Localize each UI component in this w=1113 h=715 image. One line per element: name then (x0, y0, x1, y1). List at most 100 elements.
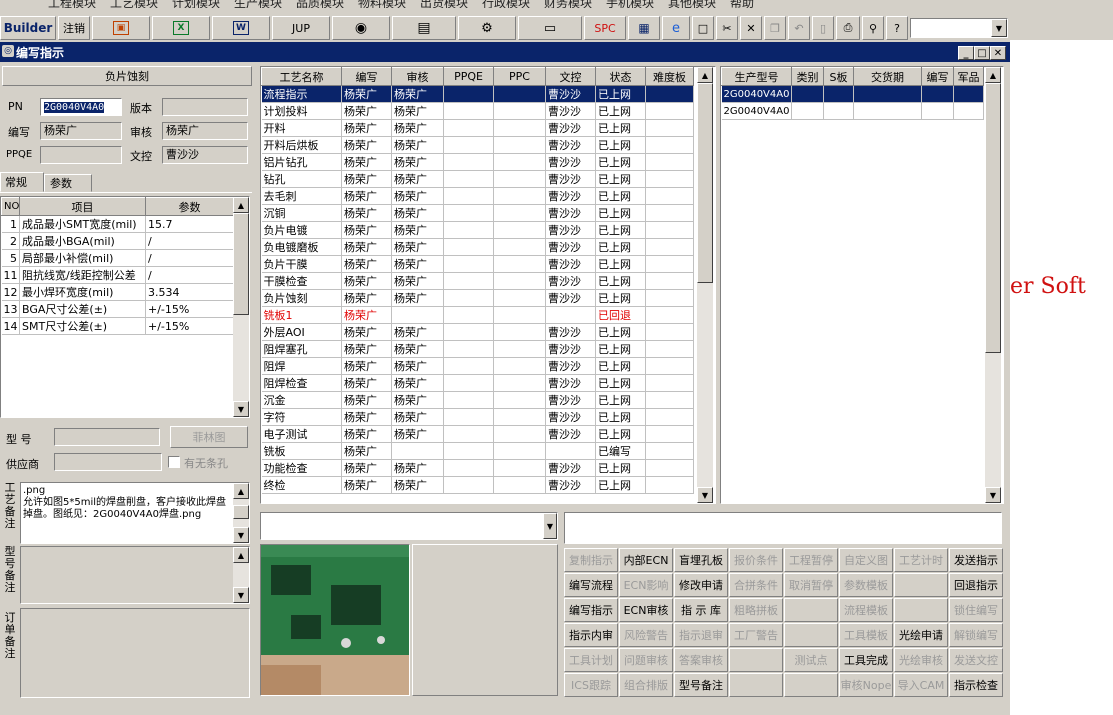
close-icon[interactable]: ✕ (990, 46, 1006, 60)
process-cell[interactable]: 杨荣广 (341, 408, 392, 426)
process-cell[interactable] (645, 323, 694, 341)
ie-button[interactable]: e (662, 16, 690, 40)
process-cell[interactable]: 已上网 (595, 391, 646, 409)
model-cell[interactable] (823, 85, 854, 103)
process-cell[interactable]: 字符 (261, 408, 342, 426)
process-cell[interactable] (493, 476, 546, 494)
param-cell[interactable]: 成品最小BGA(mil) (19, 232, 146, 250)
model-cell[interactable] (823, 102, 854, 120)
computer-button[interactable]: ▭ (518, 16, 582, 40)
process-cell[interactable] (645, 459, 694, 477)
process-cell[interactable]: 已上网 (595, 289, 646, 307)
scroll-down-icon[interactable]: ▼ (233, 587, 249, 603)
process-cell[interactable]: 已编写 (595, 442, 646, 460)
action-button[interactable]: 取消暂停 (784, 573, 838, 597)
action-button[interactable]: 盲埋孔板 (674, 548, 728, 572)
process-cell[interactable]: 曹沙沙 (545, 221, 596, 239)
menu-item[interactable]: 计划模块 (172, 0, 220, 8)
action-button[interactable]: 测试点 (784, 648, 838, 672)
process-cell[interactable] (645, 272, 694, 290)
process-cell[interactable]: 曹沙沙 (545, 255, 596, 273)
process-cell[interactable] (645, 238, 694, 256)
process-cell[interactable]: 杨荣广 (391, 272, 444, 290)
process-row[interactable]: 负电镀磨板 杨荣广 杨荣广 曹沙沙 已上网 (261, 238, 694, 256)
process-cell[interactable]: 杨荣广 (341, 153, 392, 171)
process-row[interactable]: 阻焊 杨荣广 杨荣广 曹沙沙 已上网 (261, 357, 694, 375)
spc-button[interactable]: SPC (584, 16, 626, 40)
process-cell[interactable]: 杨荣广 (391, 221, 444, 239)
model-header[interactable]: 交货期 (853, 67, 922, 86)
process-cell[interactable]: 钻孔 (261, 170, 342, 188)
process-cell[interactable]: 铣板 (261, 442, 342, 460)
process-cell[interactable]: 功能检查 (261, 459, 342, 477)
param-cell[interactable]: / (145, 266, 234, 284)
model-cell[interactable] (791, 102, 824, 120)
process-row[interactable]: 开料 杨荣广 杨荣广 曹沙沙 已上网 (261, 119, 694, 137)
process-cell[interactable]: 杨荣广 (341, 272, 392, 290)
process-cell[interactable]: 曹沙沙 (545, 204, 596, 222)
builder-button[interactable]: Builder (0, 16, 56, 40)
param-row[interactable]: 14 SMT尺寸公差(±) +/-15% (1, 317, 234, 335)
scroll-up-icon[interactable]: ▲ (233, 197, 249, 213)
menu-item[interactable]: 出货模块 (420, 0, 468, 8)
process-cell[interactable]: 杨荣广 (391, 459, 444, 477)
scroll-up-icon[interactable]: ▲ (697, 67, 713, 83)
process-cell[interactable] (493, 136, 546, 154)
process-cell[interactable] (443, 323, 494, 341)
param-header-item[interactable]: 项目 (19, 197, 146, 216)
process-cell[interactable]: 已上网 (595, 272, 646, 290)
process-cell[interactable] (645, 187, 694, 205)
process-cell[interactable] (645, 425, 694, 443)
process-cell[interactable] (443, 170, 494, 188)
process-cell[interactable] (645, 119, 694, 137)
excel-button[interactable]: X (152, 16, 210, 40)
process-cell[interactable] (493, 425, 546, 443)
process-cell[interactable]: 曹沙沙 (545, 136, 596, 154)
process-cell[interactable] (493, 374, 546, 392)
menu-item[interactable]: 物料模块 (358, 0, 406, 8)
action-button[interactable]: 工具计划 (564, 648, 618, 672)
param-header-value[interactable]: 参数 (145, 197, 234, 216)
process-row[interactable]: 外层AOI 杨荣广 杨荣广 曹沙沙 已上网 (261, 323, 694, 341)
process-cell[interactable] (443, 136, 494, 154)
action-button[interactable] (784, 673, 838, 697)
process-row[interactable]: 铣板1 杨荣广 已回退 (261, 306, 694, 324)
process-cell[interactable]: 杨荣广 (341, 102, 392, 120)
process-cell[interactable]: 曹沙沙 (545, 289, 596, 307)
action-button[interactable]: 组合排版 (619, 673, 673, 697)
process-cell[interactable]: 已上网 (595, 204, 646, 222)
process-cell[interactable] (645, 391, 694, 409)
process-row[interactable]: 终检 杨荣广 杨荣广 曹沙沙 已上网 (261, 476, 694, 494)
action-button[interactable]: 指示退审 (674, 623, 728, 647)
process-cell[interactable]: 杨荣广 (341, 425, 392, 443)
process-header[interactable]: 难度板 (645, 67, 694, 86)
process-cell[interactable] (493, 340, 546, 358)
process-row[interactable]: 功能检查 杨荣广 杨荣广 曹沙沙 已上网 (261, 459, 694, 477)
model-note-box[interactable]: ▲ ▼ (20, 546, 250, 604)
process-row[interactable]: 铣板 杨荣广 已编写 (261, 442, 694, 460)
process-cell[interactable]: 已上网 (595, 119, 646, 137)
process-cell[interactable]: 沉铜 (261, 204, 342, 222)
process-cell[interactable]: 阻焊 (261, 357, 342, 375)
undo-button[interactable]: ↶ (788, 16, 810, 40)
process-header[interactable]: 文控 (545, 67, 596, 86)
action-button[interactable]: 风险警告 (619, 623, 673, 647)
param-cell[interactable]: / (145, 232, 234, 250)
process-cell[interactable]: 已上网 (595, 221, 646, 239)
model-cell[interactable] (921, 85, 954, 103)
action-button[interactable]: ICS跟踪 (564, 673, 618, 697)
process-cell[interactable] (493, 255, 546, 273)
process-cell[interactable] (443, 238, 494, 256)
action-button[interactable]: 内部ECN (619, 548, 673, 572)
process-note-box[interactable]: .png 允许如图5*5mil的焊盘削盘，客户接收此焊盘掉盘。图纸见：2G004… (20, 482, 250, 544)
process-cell[interactable]: 杨荣广 (391, 119, 444, 137)
process-cell[interactable]: 流程指示 (261, 85, 342, 103)
process-cell[interactable]: 曹沙沙 (545, 425, 596, 443)
models-scrollbar[interactable]: ▲ ▼ (985, 67, 1001, 503)
process-cell[interactable] (443, 119, 494, 137)
scroll-thumb[interactable] (233, 505, 249, 519)
action-button[interactable]: 回退指示 (949, 573, 1003, 597)
process-cell[interactable]: 杨荣广 (341, 357, 392, 375)
action-button[interactable]: 光绘审核 (894, 648, 948, 672)
model-header[interactable]: 军品 (953, 67, 984, 86)
